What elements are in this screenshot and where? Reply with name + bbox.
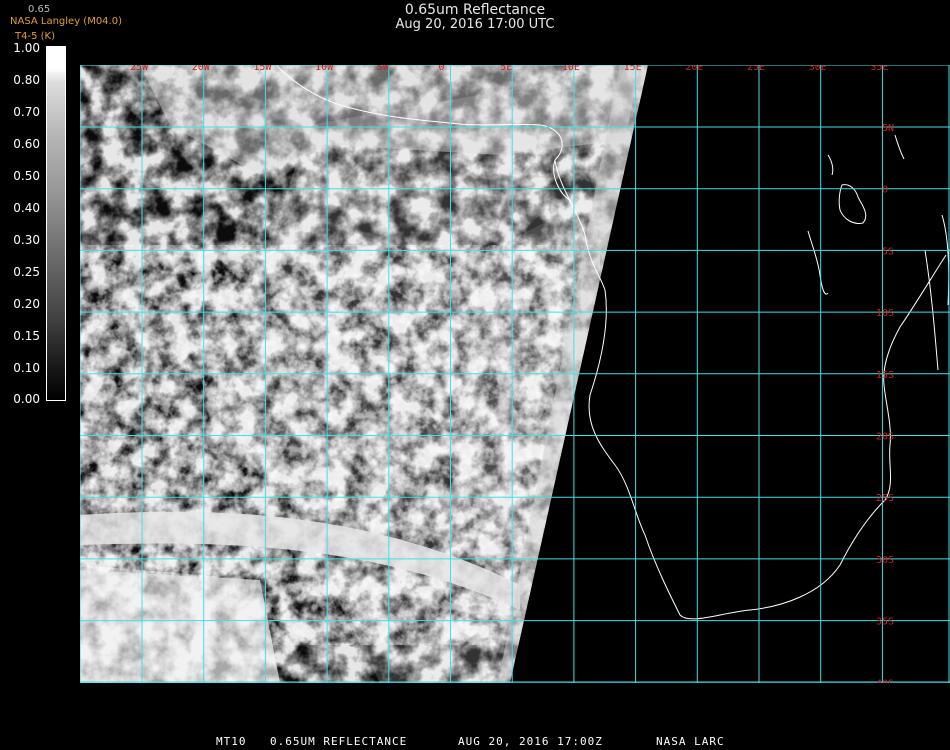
latitude-label: 10S <box>876 308 894 319</box>
colorbar-title: 0.65 <box>28 4 51 15</box>
latitude-label: 0 <box>882 185 888 196</box>
latitude-label: 5S <box>882 246 894 257</box>
latitude-label: 20S <box>876 432 894 443</box>
colorbar-label: 0.25 <box>13 265 40 279</box>
longitude-label: 15W <box>253 65 272 73</box>
latitude-label: 30S <box>876 555 894 566</box>
colorbar-label: 0.70 <box>13 105 40 119</box>
longitude-label: 20W <box>192 65 211 73</box>
longitude-label: 5E <box>500 65 512 73</box>
longitude-label: 15E <box>624 65 642 73</box>
colorbar-label: 1.00 <box>13 41 40 55</box>
footer-product: 0.65UM REFLECTANCE <box>270 735 408 748</box>
longitude-label: 20E <box>685 65 703 73</box>
latitude-label: 40S <box>876 678 894 683</box>
latitude-label: 25S <box>876 493 894 504</box>
footer-sat: MT10 <box>216 735 247 748</box>
latitude-label: 15S <box>876 370 894 381</box>
colorbar-label: 0.30 <box>13 233 40 247</box>
satellite-map[interactable]: 25W 20W 15W 10W 5W 0 5E 10E 15E 20E 25E 30E 35E 5N 0 5S… <box>80 65 950 683</box>
longitude-label: 35E <box>870 65 888 73</box>
longitude-label: 25W <box>130 65 149 73</box>
longitude-label: 5W <box>377 65 390 73</box>
longitude-label: 10W <box>315 65 334 73</box>
colorbar-label: 0.20 <box>13 297 40 311</box>
colorbar-label: 0.80 <box>13 73 40 87</box>
footer-bar: MT10 0.65UM REFLECTANCE AUG 20, 2016 17:… <box>0 733 950 750</box>
reflectance-colorbar <box>46 46 66 401</box>
credit-line: NASA Langley (M04.0) <box>10 16 122 27</box>
longitude-label: 10E <box>562 65 580 73</box>
colorbar-label: 0.40 <box>13 201 40 215</box>
longitude-label: 30E <box>809 65 827 73</box>
footer-org: NASA LARC <box>656 735 725 748</box>
longitude-label: 0 <box>439 65 445 73</box>
longitude-label: 25E <box>747 65 765 73</box>
image-title: 0.65um Reflectance <box>404 2 546 18</box>
footer-datetime: AUG 20, 2016 17:00Z <box>458 735 603 748</box>
colorbar-label: 0.60 <box>13 137 40 151</box>
image-timestamp: Aug 20, 2016 17:00 UTC <box>395 17 555 32</box>
latitude-label: 5N <box>882 123 894 134</box>
colorbar-label: 0.15 <box>13 329 40 343</box>
colorbar-label: 0.00 <box>13 392 40 406</box>
colorbar-label: 0.50 <box>13 169 40 183</box>
latitude-label: 35S <box>876 617 894 628</box>
colorbar-label: 0.10 <box>13 361 40 375</box>
map-canvas: 25W 20W 15W 10W 5W 0 5E 10E 15E 20E 25E 30E 35E 5N 0 5S… <box>80 65 950 683</box>
